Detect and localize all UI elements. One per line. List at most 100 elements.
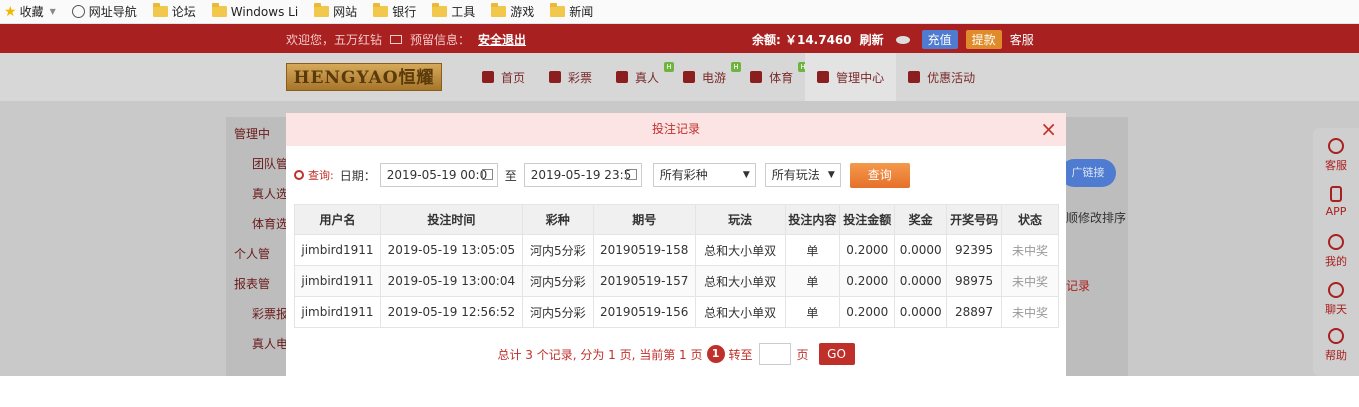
bookmark-nav[interactable]: 网址导航	[71, 3, 137, 20]
bookmark-folder-games[interactable]: 游戏	[491, 3, 534, 20]
search-icon	[294, 170, 304, 180]
nav-label: 管理中心	[836, 70, 885, 85]
recharge-button[interactable]: 充值	[921, 30, 958, 49]
pager-summary: 总计 3 个记录, 分为 1 页, 当前第 1 页	[497, 347, 703, 362]
cell-content: 单	[784, 265, 841, 297]
float-chat[interactable]: 聊天	[1313, 282, 1359, 317]
modal-header: 投注记录 ×	[286, 113, 1066, 146]
current-page-badge[interactable]: 1	[706, 345, 725, 363]
cell-bet-time: 2019-05-19 13:05:05	[379, 234, 523, 266]
bookmark-folder-bank[interactable]: 银行	[373, 3, 416, 20]
main-nav: HENGYAO恒耀 首页 彩票 真人 H 电游 H 体育 H 管理中心 优惠活动	[0, 53, 1359, 101]
query-button[interactable]: 查询	[849, 162, 910, 188]
refresh-link[interactable]: 刷新	[860, 31, 884, 48]
nav-label: 彩票	[568, 70, 593, 85]
play-select[interactable]: 所有玩法 ▼	[764, 163, 841, 187]
bookmark-label: 游戏	[510, 5, 535, 19]
eye-icon[interactable]	[895, 35, 910, 44]
cell-prize: 0.0000	[894, 296, 948, 328]
users-icon	[817, 71, 830, 83]
go-button[interactable]: GO	[818, 343, 855, 365]
sidebar-item-personal[interactable]: 个人管	[226, 245, 286, 262]
end-date-input[interactable]: 2019-05-19 23:5	[523, 163, 642, 187]
question-icon	[1328, 328, 1344, 344]
sidebar-item-live[interactable]: 真人选	[226, 185, 286, 202]
folder-icon	[373, 3, 389, 17]
sidebar-item-live-report[interactable]: 真人电	[226, 335, 286, 352]
bookmark-favorites[interactable]: ★ 收藏 ▼	[4, 3, 56, 20]
date-label: 日期：	[339, 168, 376, 183]
nav-item-sports[interactable]: 体育 H	[738, 53, 809, 101]
bookmark-folder-sites[interactable]: 网站	[314, 3, 357, 20]
pagination: 总计 3 个记录, 分为 1 页, 当前第 1 页 1 转至 页 GO	[286, 343, 1066, 365]
cell-content: 单	[784, 234, 841, 266]
goto-label: 转至	[728, 347, 753, 362]
promo-link-button[interactable]: 广链接	[1060, 159, 1116, 187]
col-play: 玩法	[694, 204, 786, 235]
start-date-input[interactable]: 2019-05-19 00:0	[379, 163, 498, 187]
float-mine[interactable]: 我的	[1313, 234, 1359, 269]
nav-item-egame[interactable]: 电游 H	[671, 53, 742, 101]
sidebar-item-manage[interactable]: 管理中	[226, 125, 286, 142]
left-sidebar: 管理中 团队管 真人选 体育选 个人管 报表管 彩票报 真人电	[226, 117, 286, 376]
top-bar: 欢迎您，五万红钻 预留信息： 安全退出 余额: ￥14.7460 刷新 充值 提…	[0, 24, 1359, 53]
sidebar-item-report[interactable]: 报表管	[226, 275, 286, 292]
withdraw-button[interactable]: 提款	[965, 30, 1002, 49]
page-number-input[interactable]	[758, 343, 791, 365]
close-icon[interactable]: ×	[1040, 113, 1057, 146]
cell-lottery: 河内5分彩	[521, 296, 594, 328]
welcome-text: 欢迎您，五万红钻	[286, 33, 383, 47]
nav-label: 真人	[635, 70, 660, 85]
cell-prize: 0.0000	[894, 265, 948, 297]
bookmarks-bar: ★ 收藏 ▼ 网址导航 论坛 Windows Li 网站 银行 工具 游戏 新闻	[0, 0, 1359, 24]
cell-content: 单	[784, 296, 841, 328]
page-unit-label: 页	[796, 347, 809, 362]
bookmark-folder-windows[interactable]: Windows Li	[211, 3, 298, 19]
float-app[interactable]: APP	[1313, 186, 1359, 218]
chevron-down-icon: ▼	[827, 170, 835, 180]
sidebar-item-team[interactable]: 团队管	[226, 155, 286, 172]
nav-item-manage[interactable]: 管理中心	[805, 53, 897, 101]
float-help[interactable]: 帮助	[1313, 328, 1359, 363]
start-date-value: 2019-05-19 00:0	[386, 168, 488, 182]
lottery-select[interactable]: 所有彩种 ▼	[652, 163, 756, 187]
nav-item-lottery[interactable]: 彩票	[537, 53, 604, 101]
logout-link[interactable]: 安全退出	[478, 31, 526, 48]
table-row[interactable]: jimbird1911 2019-05-19 13:00:04 河内5分彩 20…	[294, 265, 1059, 297]
bookmark-folder-news[interactable]: 新闻	[550, 3, 593, 20]
table-row[interactable]: jimbird1911 2019-05-19 13:05:05 河内5分彩 20…	[294, 234, 1059, 266]
nav-item-promo[interactable]: 优惠活动	[896, 53, 987, 101]
nav-label: 优惠活动	[927, 70, 976, 85]
cell-amount: 0.2000	[839, 296, 896, 328]
to-label: 至	[504, 168, 517, 183]
table-row[interactable]: jimbird1911 2019-05-19 12:56:52 河内5分彩 20…	[294, 296, 1059, 328]
person-icon	[616, 71, 629, 83]
bookmark-label: 新闻	[569, 5, 594, 19]
sort-text[interactable]: 顺修改排序	[1066, 209, 1126, 226]
nav-item-live[interactable]: 真人 H	[604, 53, 675, 101]
folder-icon	[152, 3, 168, 17]
cell-username: jimbird1911	[294, 296, 381, 328]
float-service[interactable]: 客服	[1313, 138, 1359, 173]
nav-item-home[interactable]: 首页	[470, 53, 537, 101]
bookmark-folder-forum[interactable]: 论坛	[152, 3, 196, 20]
cell-lottery: 河内5分彩	[521, 234, 594, 266]
sidebar-item-lottery-report[interactable]: 彩票报	[226, 305, 286, 322]
cell-issue: 20190519-158	[592, 234, 696, 266]
col-username: 用户名	[294, 204, 381, 235]
service-link[interactable]: 客服	[1010, 31, 1034, 48]
filter-bar: 查询: 日期： 2019-05-19 00:0 至 2019-05-19 23:…	[294, 162, 910, 188]
cell-draw-number: 98975	[946, 265, 1003, 297]
float-label: 帮助	[1325, 349, 1347, 362]
float-label: 聊天	[1325, 303, 1347, 316]
site-logo[interactable]: HENGYAO恒耀	[286, 63, 442, 91]
calendar-icon	[625, 169, 637, 180]
cell-prize: 0.0000	[894, 234, 948, 266]
record-text[interactable]: 记录	[1066, 277, 1090, 294]
page-bottom	[0, 376, 1359, 407]
cell-issue: 20190519-157	[592, 265, 696, 297]
sidebar-item-sports[interactable]: 体育选	[226, 215, 286, 232]
bookmark-folder-tools[interactable]: 工具	[432, 3, 475, 20]
cell-username: jimbird1911	[294, 265, 381, 297]
envelope-icon[interactable]	[390, 35, 403, 44]
